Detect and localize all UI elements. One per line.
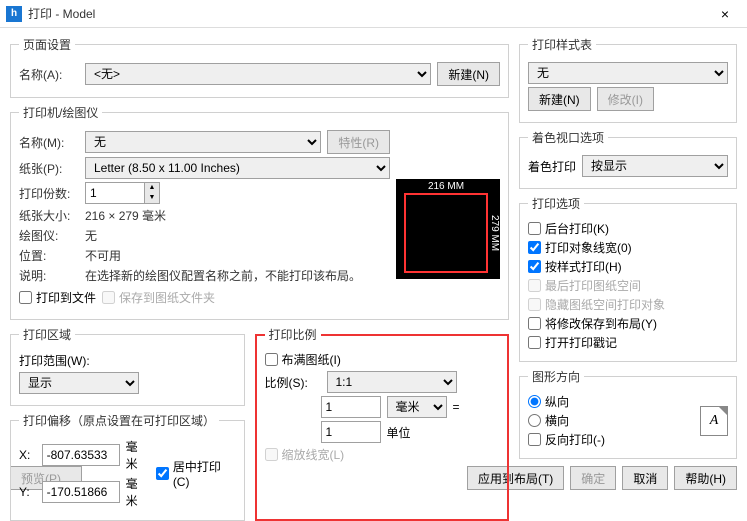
- x-unit: 毫米: [126, 438, 148, 472]
- shaded-legend: 着色视口选项: [528, 129, 608, 146]
- close-button[interactable]: ×: [709, 6, 741, 22]
- scale-unit-u: 单位: [387, 424, 411, 441]
- to-file-check[interactable]: 打印到文件: [19, 289, 96, 306]
- fit-check[interactable]: 布满图纸(I): [265, 351, 500, 368]
- scale-eq: =: [453, 400, 460, 414]
- pr-name-label: 名称(M):: [19, 134, 79, 151]
- help-button[interactable]: 帮助(H): [674, 466, 737, 490]
- opt-style[interactable]: 按样式打印(H): [528, 258, 728, 275]
- center-check[interactable]: 居中打印(C): [156, 458, 236, 489]
- scale-lw-check: 缩放线宽(L): [265, 446, 500, 463]
- shaded-group: 着色视口选项 着色打印 按显示: [519, 129, 737, 189]
- x-label: X:: [19, 448, 36, 462]
- options-legend: 打印选项: [528, 195, 584, 212]
- titlebar: h 打印 - Model ×: [0, 0, 747, 28]
- opt-save[interactable]: 将修改保存到布局(Y): [528, 315, 728, 332]
- shaded-label: 着色打印: [528, 158, 576, 175]
- paper-select[interactable]: Letter (8.50 x 11.00 Inches): [85, 157, 390, 179]
- plotter-value: 无: [85, 227, 97, 244]
- desc-label: 说明:: [19, 267, 79, 284]
- scale-num1[interactable]: [321, 396, 381, 418]
- ratio-select[interactable]: 1:1: [327, 371, 457, 393]
- ps-name-select[interactable]: <无>: [85, 63, 431, 85]
- style-group: 打印样式表 无 新建(N) 修改(I): [519, 36, 737, 123]
- style-select[interactable]: 无: [528, 62, 728, 84]
- opt-lw[interactable]: 打印对象线宽(0): [528, 239, 728, 256]
- printer-group: 打印机/绘图仪 名称(M): 无 特性(R) 纸张(P): Letter (8.…: [10, 104, 509, 320]
- offset-legend: 打印偏移（原点设置在可打印区域）: [19, 412, 219, 429]
- shaded-select[interactable]: 按显示: [582, 155, 728, 177]
- orient-reverse[interactable]: 反向打印(-): [528, 431, 700, 448]
- offset-group: 打印偏移（原点设置在可打印区域） X: 毫米 Y: 毫米: [10, 412, 245, 521]
- printer-legend: 打印机/绘图仪: [19, 104, 102, 121]
- pr-props-button: 特性(R): [327, 130, 390, 154]
- scale-unit-select[interactable]: 毫米: [387, 396, 447, 418]
- cancel-button[interactable]: 取消: [622, 466, 668, 490]
- opt-last: 最后打印图纸空间: [528, 277, 728, 294]
- window-title: 打印 - Model: [28, 5, 709, 22]
- copies-spinner[interactable]: ▲▼: [145, 182, 160, 204]
- pr-name-select[interactable]: 无: [85, 131, 321, 153]
- plotter-label: 绘图仪:: [19, 227, 79, 244]
- page-setup-legend: 页面设置: [19, 36, 75, 53]
- orientation-icon: A: [700, 406, 728, 436]
- orient-landscape[interactable]: 横向: [528, 412, 700, 429]
- location-label: 位置:: [19, 247, 79, 264]
- ps-new-button[interactable]: 新建(N): [437, 62, 500, 86]
- orient-portrait[interactable]: 纵向: [528, 393, 700, 410]
- preview-height-label: 279 MM: [488, 193, 500, 273]
- y-input[interactable]: [42, 481, 120, 503]
- scale-group: 打印比例 布满图纸(I) 比例(S): 1:1 毫米 = 单位 缩放线宽(L): [255, 326, 510, 521]
- style-legend: 打印样式表: [528, 36, 596, 53]
- app-icon: h: [6, 6, 22, 22]
- size-value: 216 × 279 毫米: [85, 207, 166, 224]
- options-group: 打印选项 后台打印(K) 打印对象线宽(0) 按样式打印(H) 最后打印图纸空间…: [519, 195, 737, 362]
- opt-stamp[interactable]: 打开打印戳记: [528, 334, 728, 351]
- copies-input[interactable]: [85, 182, 145, 204]
- y-label: Y:: [19, 485, 36, 499]
- ok-button: 确定: [570, 466, 616, 490]
- x-input[interactable]: [42, 444, 120, 466]
- paper-label: 纸张(P):: [19, 160, 79, 177]
- range-label: 打印范围(W):: [19, 352, 90, 369]
- area-legend: 打印区域: [19, 326, 75, 343]
- opt-bg[interactable]: 后台打印(K): [528, 220, 728, 237]
- ratio-label: 比例(S):: [265, 374, 321, 391]
- orient-group: 图形方向 纵向 横向 反向打印(-) A: [519, 368, 737, 459]
- area-group: 打印区域 打印范围(W): 显示: [10, 326, 245, 406]
- location-value: 不可用: [85, 247, 121, 264]
- size-label: 纸张大小:: [19, 207, 79, 224]
- range-select[interactable]: 显示: [19, 372, 139, 394]
- desc-value: 在选择新的绘图仪配置名称之前，不能打印该布局。: [85, 267, 361, 284]
- ps-name-label: 名称(A):: [19, 66, 79, 83]
- y-unit: 毫米: [126, 475, 148, 509]
- preview-width-label: 216 MM: [404, 181, 488, 192]
- scale-legend: 打印比例: [265, 326, 321, 343]
- opt-hide: 隐藏图纸空间打印对象: [528, 296, 728, 313]
- scale-num2[interactable]: [321, 421, 381, 443]
- copies-label: 打印份数:: [19, 185, 79, 202]
- page-setup-group: 页面设置 名称(A): <无> 新建(N): [10, 36, 509, 98]
- style-new-button[interactable]: 新建(N): [528, 87, 591, 111]
- style-edit-button: 修改(I): [597, 87, 654, 111]
- save-folder-check: 保存到图纸文件夹: [102, 289, 215, 306]
- orient-legend: 图形方向: [528, 368, 584, 385]
- paper-preview: 216 MM 279 MM: [396, 179, 500, 279]
